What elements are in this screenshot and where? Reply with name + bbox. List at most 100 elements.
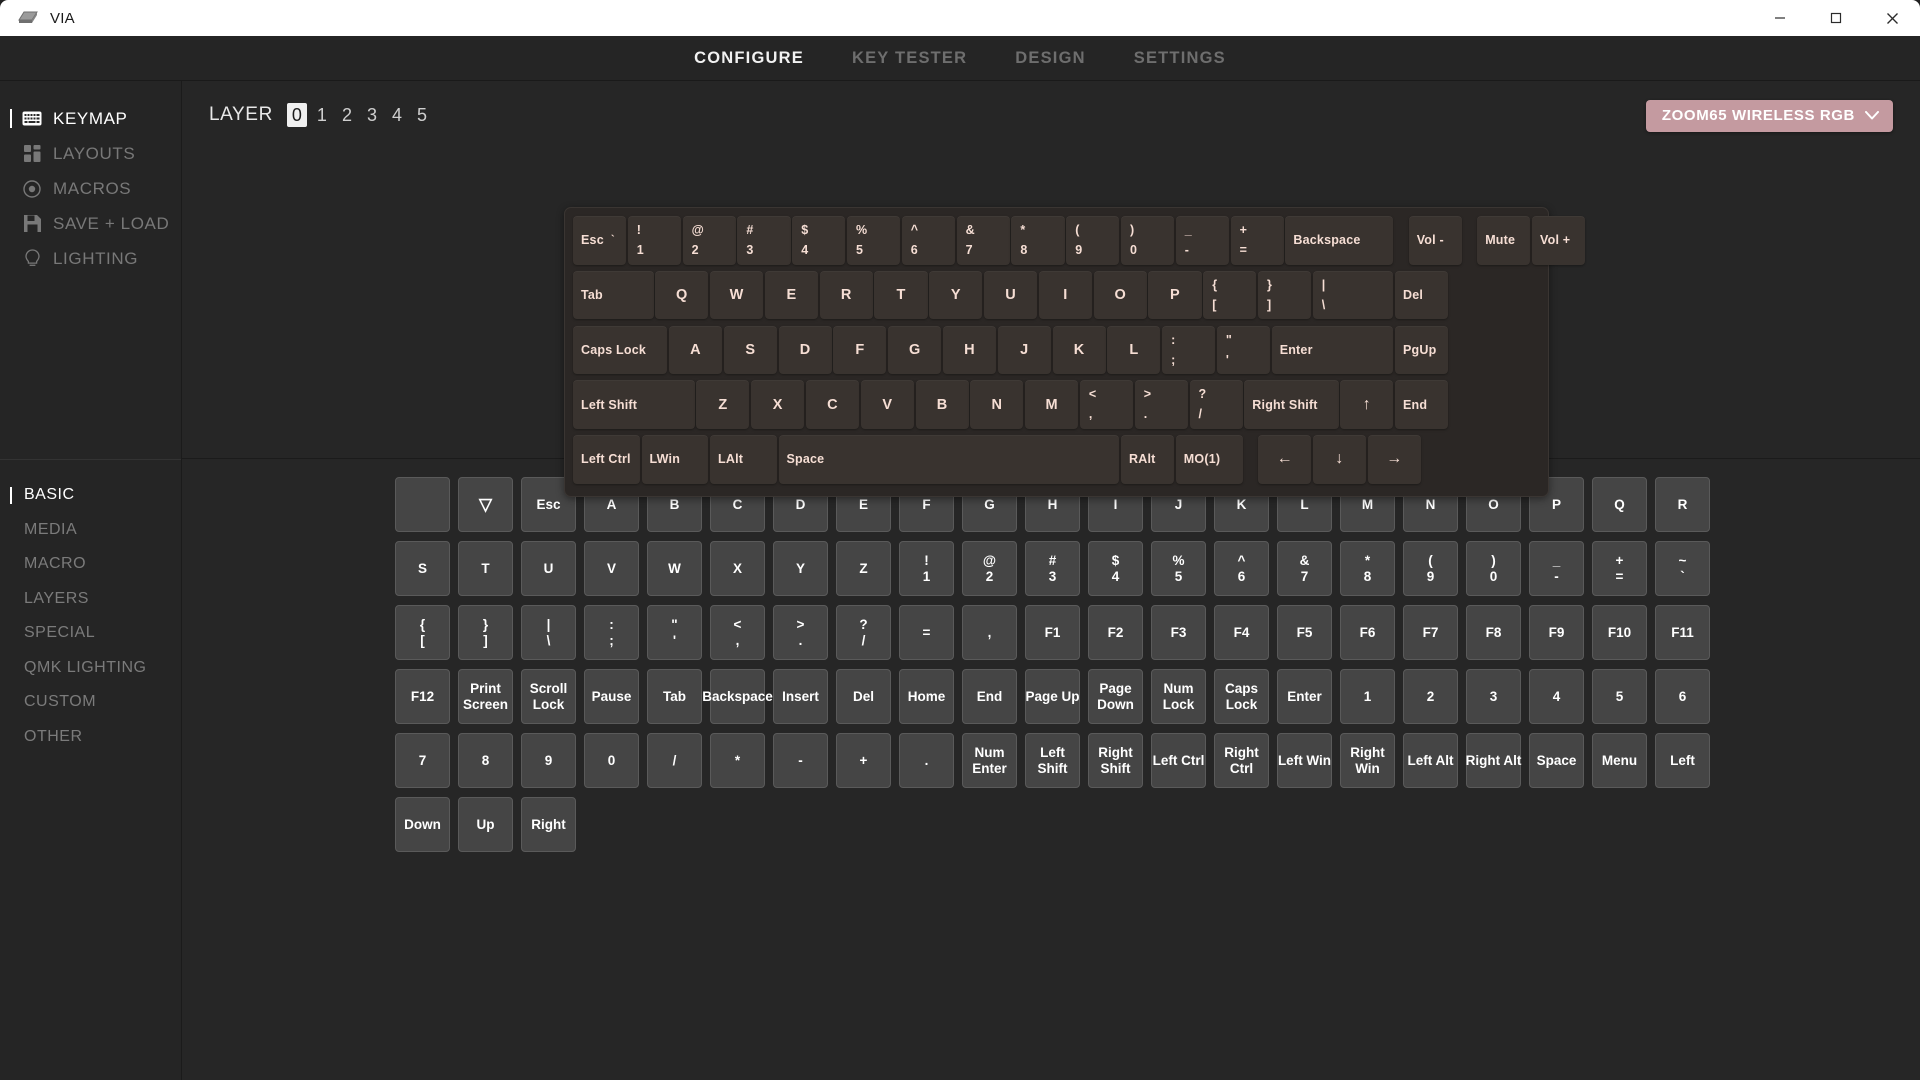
key-picker-button[interactable]: W — [647, 541, 702, 596]
key-picker-button[interactable]: F10 — [1592, 605, 1647, 660]
key-picker-button[interactable]: {[ — [395, 605, 450, 660]
tab-design[interactable]: DESIGN — [1015, 49, 1085, 68]
key-picker-button[interactable]: Home — [899, 669, 954, 724]
keymap-key[interactable]: L — [1107, 325, 1161, 375]
key-picker-button[interactable]: F12 — [395, 669, 450, 724]
key-picker-button[interactable]: ~ ` — [1655, 541, 1710, 596]
keymap-key[interactable]: B — [915, 380, 969, 429]
keymap-key[interactable]: Y — [929, 270, 983, 320]
keymap-key[interactable]: Left Ctrl — [573, 435, 640, 484]
keymap-key[interactable]: & 7 — [956, 216, 1010, 265]
key-picker-button[interactable]: Del — [836, 669, 891, 724]
keymap-key[interactable]: Vol - — [1408, 216, 1462, 265]
keymap-key[interactable]: _ - — [1175, 216, 1229, 265]
keymap-key[interactable]: ↓ — [1312, 435, 1366, 484]
key-picker-button[interactable]: Right — [521, 797, 576, 852]
layer-button-5[interactable]: 5 — [412, 103, 432, 127]
key-picker-button[interactable]: = — [899, 605, 954, 660]
keymap-key[interactable]: $4 — [792, 216, 846, 265]
key-picker-button[interactable]: ! 1 — [899, 541, 954, 596]
key-picker-button[interactable]: X — [710, 541, 765, 596]
key-picker-button[interactable]: Left Win — [1277, 733, 1332, 788]
sidebar-item-lighting[interactable]: LIGHTING — [0, 241, 181, 276]
sidebar-item-layers[interactable]: LAYERS — [0, 582, 181, 617]
key-picker-button[interactable]: Left Ctrl — [1151, 733, 1206, 788]
keymap-key[interactable]: End — [1395, 380, 1449, 429]
keymap-key[interactable]: MO(1) — [1175, 435, 1243, 484]
keymap-key[interactable]: (9 — [1066, 216, 1120, 265]
key-picker-button[interactable]: F11 — [1655, 605, 1710, 660]
close-button[interactable] — [1864, 0, 1920, 36]
key-picker-button[interactable]: F1 — [1025, 605, 1080, 660]
tab-configure[interactable]: CONFIGURE — [694, 49, 804, 68]
key-picker-button[interactable]: Tab — [647, 669, 702, 724]
key-picker-button[interactable]: + — [836, 733, 891, 788]
key-picker-button[interactable]: Left Shift — [1025, 733, 1080, 788]
layer-button-1[interactable]: 1 — [312, 103, 332, 127]
key-picker-button[interactable]: F6 — [1340, 605, 1395, 660]
keymap-key[interactable]: M — [1025, 380, 1079, 429]
keymap-key[interactable]: H — [942, 325, 997, 375]
key-picker-button[interactable]: & 7 — [1277, 541, 1332, 596]
key-picker-button[interactable]: * — [710, 733, 765, 788]
key-picker-button[interactable]: >. — [773, 605, 828, 660]
key-picker-button[interactable]: Num Lock — [1151, 669, 1206, 724]
key-picker-button[interactable]: Backspace — [702, 669, 773, 724]
key-picker-button[interactable]: ) 0 — [1466, 541, 1521, 596]
key-picker-button[interactable]: 9 — [521, 733, 576, 788]
layer-button-0[interactable]: 0 — [286, 103, 307, 127]
sidebar-item-other[interactable]: OTHER — [0, 720, 181, 755]
sidebar-item-keymap[interactable]: KEYMAP — [0, 101, 181, 136]
key-picker-button[interactable]: F5 — [1277, 605, 1332, 660]
layer-button-3[interactable]: 3 — [362, 103, 382, 127]
key-picker-button[interactable]: Insert — [773, 669, 828, 724]
keymap-key[interactable]: Q — [655, 270, 709, 320]
key-picker-button[interactable]: * 8 — [1340, 541, 1395, 596]
minimize-button[interactable] — [1752, 0, 1808, 36]
key-picker-button[interactable]: % 5 — [1151, 541, 1206, 596]
sidebar-item-macro[interactable]: MACRO — [0, 547, 181, 582]
key-picker-button[interactable]: F8 — [1466, 605, 1521, 660]
key-picker-button[interactable]: 0 — [584, 733, 639, 788]
keymap-key[interactable]: ↑ — [1340, 380, 1394, 429]
keymap-key[interactable]: Caps Lock — [573, 325, 668, 375]
keymap-key[interactable]: RAlt — [1121, 435, 1175, 484]
layer-button-2[interactable]: 2 — [337, 103, 357, 127]
keymap-key[interactable]: % 5 — [847, 216, 901, 265]
key-picker-button[interactable]: Down — [395, 797, 450, 852]
keymap-key[interactable]: * 8 — [1011, 216, 1065, 265]
layer-button-4[interactable]: 4 — [387, 103, 407, 127]
key-picker-button[interactable]: . — [899, 733, 954, 788]
key-picker-button[interactable]: <, — [710, 605, 765, 660]
key-picker-button[interactable]: F2 — [1088, 605, 1143, 660]
keymap-key[interactable]: E — [764, 270, 818, 320]
key-picker-button[interactable]: F7 — [1403, 605, 1458, 660]
keymap-key[interactable]: <, — [1079, 380, 1134, 429]
tab-settings[interactable]: SETTINGS — [1134, 49, 1226, 68]
key-picker-button[interactable]: R — [1655, 477, 1710, 532]
key-picker-button[interactable]: ▽ — [458, 477, 513, 532]
key-picker-button[interactable]: Enter — [1277, 669, 1332, 724]
keymap-key[interactable]: ) 0 — [1121, 216, 1175, 265]
keymap-key[interactable]: T — [874, 270, 928, 320]
key-picker-button[interactable]: , — [962, 605, 1017, 660]
sidebar-item-layouts[interactable]: LAYOUTS — [0, 136, 181, 171]
keymap-key[interactable]: Enter — [1271, 325, 1394, 375]
key-picker-button[interactable]: 4 — [1529, 669, 1584, 724]
keymap-key[interactable]: R — [819, 270, 873, 320]
keymap-key[interactable]: X — [751, 380, 805, 429]
keymap-key[interactable]: Z — [696, 380, 750, 429]
keymap-key[interactable]: Right Shift — [1244, 380, 1339, 429]
maximize-button[interactable] — [1808, 0, 1864, 36]
key-picker-button[interactable]: 1 — [1340, 669, 1395, 724]
key-picker-button[interactable]: / — [647, 733, 702, 788]
key-picker-button[interactable]: F3 — [1151, 605, 1206, 660]
keymap-key[interactable]: G — [888, 325, 942, 375]
keymap-key[interactable]: W — [710, 270, 764, 320]
key-picker-button[interactable]: 3 — [1466, 669, 1521, 724]
key-picker-button[interactable]: Right Ctrl — [1214, 733, 1269, 788]
key-picker-button[interactable]: }] — [458, 605, 513, 660]
key-picker-button[interactable]: F4 — [1214, 605, 1269, 660]
key-picker-button[interactable]: | \ — [521, 605, 576, 660]
keymap-key[interactable]: J — [997, 325, 1051, 375]
